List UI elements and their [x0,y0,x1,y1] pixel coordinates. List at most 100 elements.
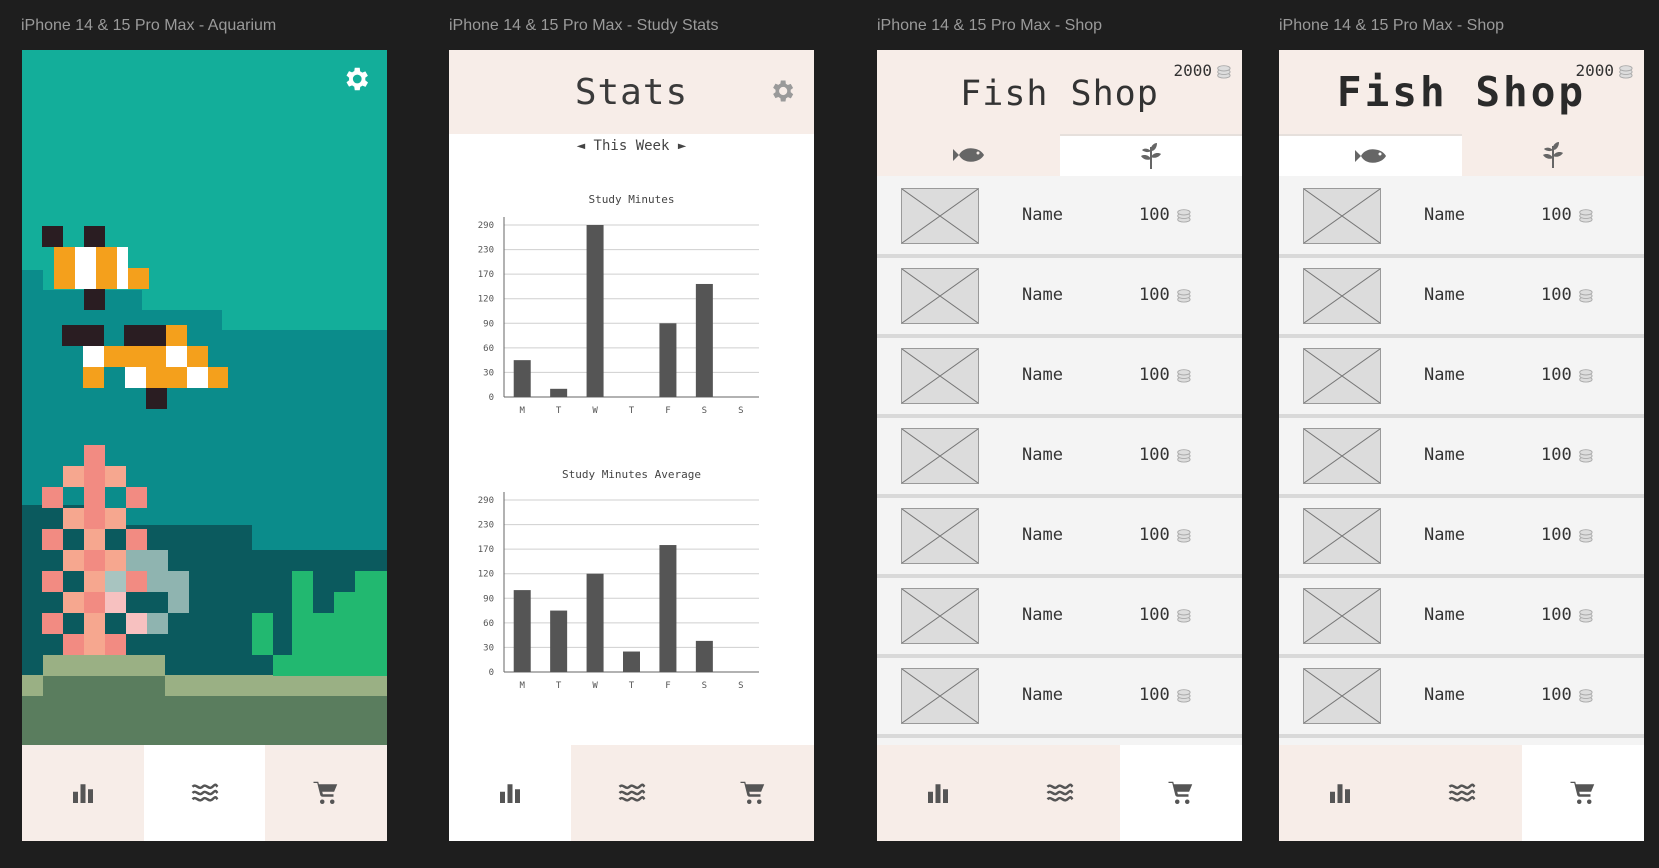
shop-item[interactable]: Name 100 [1279,578,1644,658]
item-price: 100 [1139,685,1192,705]
nav-shop-button[interactable] [1522,745,1644,841]
x-tick-label: T [556,406,562,416]
shop-item[interactable]: Name 100 [1279,338,1644,418]
shop-tabs [877,134,1242,176]
item-price: 100 [1541,205,1594,225]
bar-chart-icon [72,784,93,803]
aquarium-scene [22,50,387,745]
bar [623,651,640,672]
shop-item[interactable]: Name 100 [877,338,1242,418]
shop-item[interactable]: Name 100 [877,258,1242,338]
x-tick-label: F [665,681,670,691]
bottom-nav [22,745,387,841]
bottom-nav [877,745,1242,841]
x-tick-label: T [629,406,635,416]
shop-item[interactable]: Name 100 [1279,258,1644,338]
nav-aquarium-button[interactable] [570,745,693,841]
week-selector[interactable]: ◄ This Week ► [449,138,814,154]
shop-item[interactable]: Name 100 [877,498,1242,578]
y-tick-label: 30 [483,643,494,653]
settings-gear-icon[interactable] [341,64,371,94]
item-name: Name [1424,365,1465,385]
nav-stats-button[interactable] [1279,745,1401,841]
y-tick-label: 90 [483,319,494,329]
item-image-placeholder [1303,428,1381,484]
tab-plants[interactable] [1059,134,1242,176]
tab-fish[interactable] [1279,134,1462,176]
item-price: 100 [1139,605,1192,625]
item-image-placeholder [901,668,979,724]
nav-shop-button[interactable] [692,745,814,841]
stats-header: Stats [449,50,814,134]
item-name: Name [1424,285,1465,305]
y-tick-label: 60 [483,619,494,629]
item-name: Name [1424,605,1465,625]
coin-stack-icon [1578,209,1593,223]
x-tick-label: M [520,406,526,416]
x-tick-label: S [738,681,743,691]
study-minutes-average-chart: Study Minutes Average 0 30 60 90 120 170 230 290… [478,468,759,691]
shop-item[interactable]: Name 100 [1279,418,1644,498]
item-name: Name [1022,605,1063,625]
shop-item[interactable]: Name 100 [877,658,1242,738]
shop-item[interactable]: Name 100 [1279,658,1644,738]
item-price-value: 100 [1541,605,1572,625]
shop-item[interactable]: Name 100 [877,578,1242,658]
item-price: 100 [1541,285,1594,305]
nav-stats-button[interactable] [877,745,999,841]
item-name: Name [1022,285,1063,305]
shop-item[interactable]: Name 100 [1279,178,1644,258]
item-price: 100 [1139,445,1192,465]
bar [586,225,604,397]
item-image-placeholder [901,348,979,404]
cart-icon [1570,781,1595,804]
chart-title: Study Minutes [588,193,674,206]
item-price: 100 [1541,685,1594,705]
item-price-value: 100 [1139,205,1170,225]
bar-chart-icon [499,784,520,803]
shop-item[interactable]: Name 100 [877,178,1242,258]
tab-plants[interactable] [1461,134,1644,176]
item-name: Name [1022,445,1063,465]
y-tick-label: 230 [478,246,494,256]
x-tick-label: T [629,681,635,691]
waves-icon [1448,783,1475,802]
plant-icon [1542,142,1563,168]
item-price-value: 100 [1541,685,1572,705]
x-tick-label: S [702,681,707,691]
item-image-placeholder [1303,268,1381,324]
coin-stack-icon [1578,369,1593,383]
x-tick-label: S [702,406,707,416]
item-image-placeholder [1303,588,1381,644]
coin-stack-icon [1578,609,1593,623]
nav-aquarium-button[interactable] [143,745,266,841]
item-price-value: 100 [1139,525,1170,545]
shop-item-list: Name 100 Name 100 Name 100 Name 100 Name 100 … [877,178,1242,738]
y-tick-label: 170 [478,270,494,280]
shop-item[interactable]: Name 100 [877,418,1242,498]
bar [550,388,568,397]
nav-shop-button[interactable] [265,745,387,841]
coin-stack-icon [1578,289,1593,303]
nav-aquarium-button[interactable] [1400,745,1523,841]
tab-fish[interactable] [877,134,1060,176]
y-tick-label: 230 [478,521,494,531]
waves-icon [191,783,218,802]
nav-aquarium-button[interactable] [998,745,1121,841]
nav-stats-button[interactable] [22,745,144,841]
y-tick-label: 120 [478,570,494,580]
item-name: Name [1022,205,1063,225]
item-price: 100 [1139,205,1192,225]
bar [513,590,531,672]
item-name: Name [1022,685,1063,705]
x-tick-label: S [738,406,743,416]
nav-stats-button[interactable] [449,745,571,841]
page-title: Fish Shop [1336,68,1587,116]
shop-item-list: Name 100 Name 100 Name 100 Name 100 Name 100 … [1279,178,1644,738]
settings-gear-icon[interactable] [768,77,796,105]
shop-item[interactable]: Name 100 [1279,498,1644,578]
item-price-value: 100 [1541,205,1572,225]
item-price: 100 [1541,605,1594,625]
nav-shop-button[interactable] [1120,745,1242,841]
coin-stack-icon [1578,449,1593,463]
